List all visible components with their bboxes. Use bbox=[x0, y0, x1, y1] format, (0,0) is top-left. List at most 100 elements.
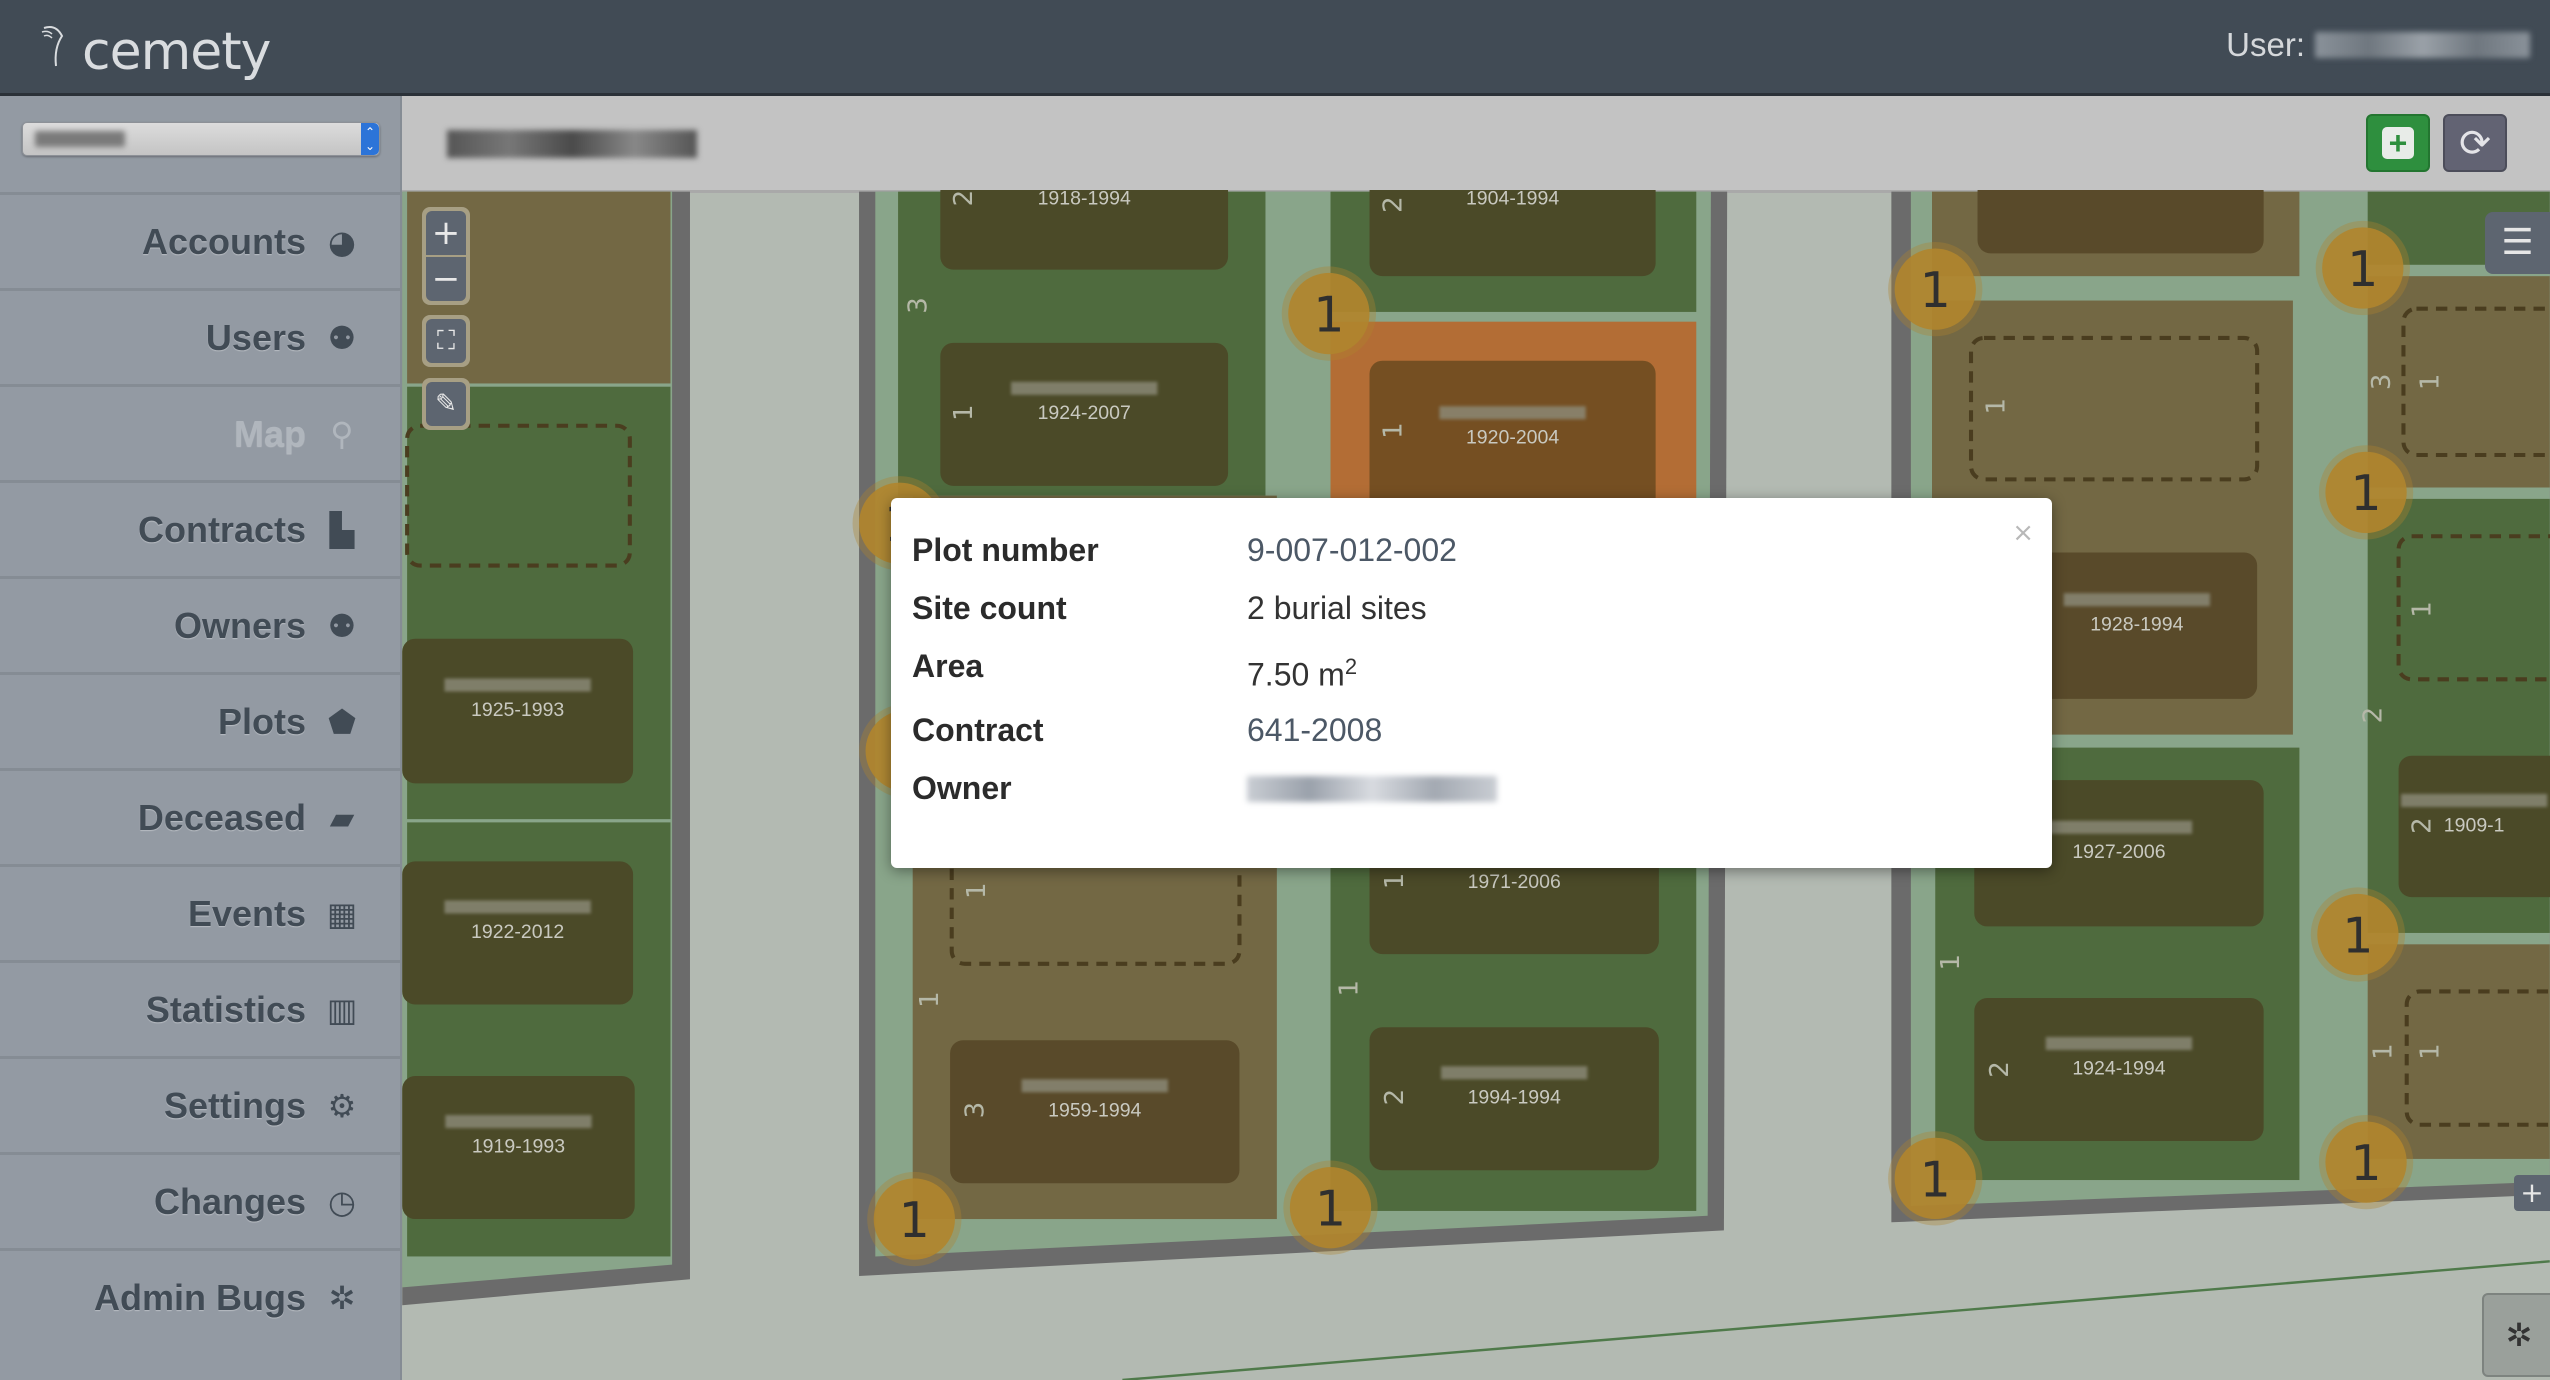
sidebar-item-deceased[interactable]: Deceased ▰ bbox=[0, 768, 400, 864]
sidebar-item-plots[interactable]: Plots ⬟ bbox=[0, 672, 400, 768]
sidebar-item-settings[interactable]: Settings ⚙ bbox=[0, 1056, 400, 1152]
contract-link[interactable]: 641-2008 bbox=[1247, 712, 1382, 749]
refresh-button[interactable]: ⟳ bbox=[2443, 114, 2507, 172]
close-popup-button[interactable]: × bbox=[2012, 518, 2034, 548]
fullscreen-icon[interactable]: ⛶ bbox=[426, 319, 466, 363]
row-number-label: 3 bbox=[2367, 374, 2397, 391]
plot-number-link[interactable]: 9-007-012-002 bbox=[1247, 532, 1457, 569]
sidebar-item-map[interactable]: Map ⚲ bbox=[0, 384, 400, 480]
grave-years: 1959-1994 bbox=[1048, 1100, 1141, 1122]
row-number-label: 1 bbox=[2416, 374, 2446, 391]
dove-icon bbox=[41, 26, 64, 67]
calendar-icon: ▦ bbox=[326, 894, 358, 933]
grave-years: 1904-1994 bbox=[1466, 190, 1559, 210]
contract-label: Contract bbox=[912, 712, 1044, 748]
plus-icon: + bbox=[2520, 1176, 2544, 1209]
grave-years: 1924-2007 bbox=[1038, 402, 1131, 424]
users-icon: ⚉ bbox=[327, 606, 357, 645]
deceased-name-redacted[interactable] bbox=[2045, 820, 2193, 834]
deceased-name-redacted[interactable] bbox=[444, 900, 591, 914]
deceased-name-redacted[interactable] bbox=[444, 678, 591, 692]
cluster-count[interactable]: 1 bbox=[2351, 1135, 2382, 1192]
cluster-count[interactable]: 1 bbox=[2351, 465, 2382, 522]
refresh-icon: ⟳ bbox=[2459, 121, 2491, 165]
row-number-label: 3 bbox=[961, 1102, 991, 1119]
area-number: 7.50 m bbox=[1247, 656, 1345, 693]
cluster-count[interactable]: 1 bbox=[1313, 286, 1344, 343]
report-bug-button[interactable]: ✲ bbox=[2482, 1293, 2550, 1377]
draw-control: ✎ bbox=[422, 378, 470, 430]
deceased-name-redacted[interactable] bbox=[2063, 593, 2210, 607]
deceased-name-redacted[interactable] bbox=[445, 1115, 592, 1129]
sidebar-item-owners[interactable]: Owners ⚉ bbox=[0, 576, 400, 672]
zoom-in-button[interactable]: + bbox=[426, 211, 466, 257]
layers-button[interactable]: ☰ bbox=[2485, 212, 2550, 274]
grave[interactable] bbox=[1977, 190, 2264, 254]
row-number-label: 1 bbox=[949, 404, 979, 421]
book-icon: ▰ bbox=[329, 798, 355, 837]
cemetery-select[interactable]: ⌃ ⌄ bbox=[22, 122, 380, 156]
row-number-label: 1 bbox=[1380, 873, 1410, 890]
grave-years: 1927-2006 bbox=[2072, 841, 2165, 863]
logo[interactable]: cemety bbox=[40, 12, 271, 82]
cluster-count[interactable]: 1 bbox=[2347, 241, 2378, 298]
cluster-count[interactable]: 1 bbox=[2342, 907, 2373, 964]
sidebar-item-accounts[interactable]: Accounts ◕ bbox=[0, 192, 400, 288]
plot-number-row: Plot number 9-007-012-002 bbox=[912, 532, 1457, 569]
row-number-label: 2 bbox=[949, 190, 979, 206]
deceased-name-redacted[interactable] bbox=[1021, 1079, 1168, 1093]
sidebar-item-label: Statistics bbox=[145, 988, 306, 1030]
deceased-name-redacted[interactable] bbox=[1441, 1066, 1588, 1080]
sidebar-item-label: Plots bbox=[217, 700, 306, 742]
select-stepper-icon: ⌃ ⌄ bbox=[361, 123, 379, 155]
sidebar-item-users[interactable]: Users ⚉ bbox=[0, 288, 400, 384]
area-unit-exponent: 2 bbox=[1344, 654, 1358, 679]
sidebar-item-contracts[interactable]: Contracts ▙ bbox=[0, 480, 400, 576]
grave-years: 1918-1994 bbox=[1038, 190, 1131, 210]
cluster-count[interactable]: 1 bbox=[1315, 1181, 1346, 1238]
contract-row: Contract 641-2008 bbox=[912, 712, 1382, 749]
row-number-label: 1 bbox=[2407, 601, 2437, 618]
sidebar-item-label: Map bbox=[234, 412, 306, 454]
pencil-icon[interactable]: ✎ bbox=[426, 382, 466, 426]
grave-years: 1971-2006 bbox=[1468, 871, 1561, 893]
sidebar-item-changes[interactable]: Changes ◷ bbox=[0, 1152, 400, 1248]
row-number-label: 2 bbox=[1380, 1089, 1410, 1106]
grave-years: 1925-1993 bbox=[471, 699, 564, 721]
deceased-name-redacted[interactable] bbox=[2045, 1036, 2193, 1050]
row-number-label: 1 bbox=[1982, 398, 2012, 415]
sidebar-item-label: Admin Bugs bbox=[94, 1276, 306, 1318]
sidebar-item-label: Accounts bbox=[141, 220, 306, 262]
sidebar-item-admin-bugs[interactable]: Admin Bugs ✲ bbox=[0, 1248, 400, 1344]
layers-icon: ☰ bbox=[2501, 222, 2534, 263]
boundary-line bbox=[1122, 1260, 2550, 1380]
zoom-control: + − bbox=[422, 207, 470, 305]
owner-name-redacted[interactable] bbox=[1247, 776, 1497, 802]
bug-icon: ✲ bbox=[328, 1278, 356, 1317]
plot-number-label: Plot number bbox=[912, 532, 1099, 568]
sidebar-item-label: Contracts bbox=[137, 508, 306, 550]
cluster-count[interactable]: 1 bbox=[899, 1192, 930, 1249]
map-marker-icon: ⚲ bbox=[330, 414, 354, 453]
grave-years: 1922-2012 bbox=[471, 921, 564, 943]
row-number-label: 1 bbox=[1378, 422, 1408, 439]
add-button[interactable]: + bbox=[2366, 114, 2430, 172]
cluster-count[interactable]: 1 bbox=[1920, 1151, 1951, 1208]
zoom-out-button[interactable]: − bbox=[426, 257, 466, 301]
sidebar-item-label: Settings bbox=[163, 1084, 306, 1126]
owner-row: Owner bbox=[912, 770, 1497, 807]
row-number-label: 2 bbox=[1985, 1061, 2015, 1078]
logo-text: cemety bbox=[82, 22, 271, 82]
sidebar-menu: Accounts ◕ Users ⚉ Map ⚲ Contracts ▙ Owners ⚉ Plot… bbox=[0, 192, 400, 1344]
deceased-name-redacted[interactable] bbox=[2401, 793, 2548, 807]
row-number-label: 1 bbox=[962, 882, 992, 899]
row-number-label: 3 bbox=[904, 297, 934, 314]
deceased-name-redacted[interactable] bbox=[1439, 406, 1586, 420]
deceased-name-redacted[interactable] bbox=[1011, 381, 1158, 395]
expand-button[interactable]: + bbox=[2514, 1175, 2550, 1211]
sidebar-item-statistics[interactable]: Statistics ▥ bbox=[0, 960, 400, 1056]
selected-cemetery-redacted bbox=[35, 131, 125, 147]
sidebar-item-label: Owners bbox=[173, 604, 306, 646]
cluster-count[interactable]: 1 bbox=[1920, 262, 1951, 319]
sidebar-item-events[interactable]: Events ▦ bbox=[0, 864, 400, 960]
